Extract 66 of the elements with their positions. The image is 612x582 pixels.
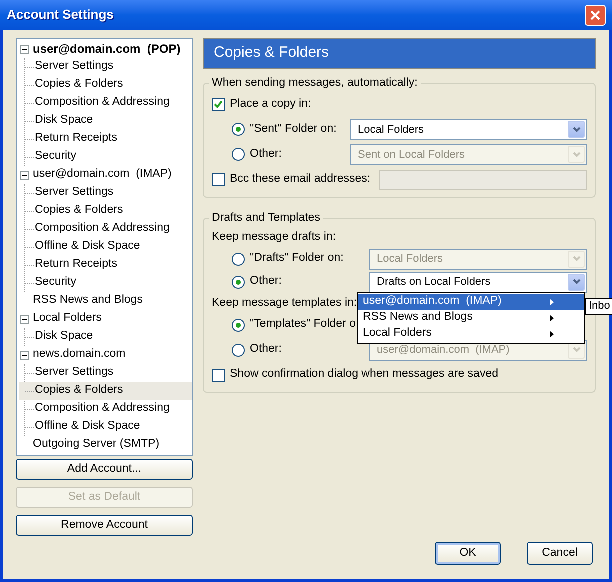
collapse-icon[interactable] [20,170,29,180]
close-icon [590,10,601,20]
radio-label[interactable]: Other: [250,146,350,164]
radio-label[interactable]: Other: [250,341,369,359]
menu-item[interactable]: user@domain.com (IMAP) [358,294,584,310]
tree-item[interactable]: news.domain.com [32,346,127,364]
tree-item[interactable]: Security [19,148,192,166]
submenu-arrow-icon [550,314,554,322]
tree-item[interactable]: Composition & Addressing [19,220,192,238]
dialog-button[interactable]: Cancel [527,542,593,565]
tree-item[interactable]: Copies & Folders [19,76,192,94]
radio-label[interactable]: Other: [250,273,369,291]
tree-item[interactable]: user@domain.com (POP) [32,40,182,58]
checkbox-label[interactable]: Bcc these email addresses: [230,171,371,188]
menu-item[interactable]: Local Folders [358,326,584,342]
close-button[interactable] [585,4,606,26]
radio-label[interactable]: "Templates" Folder o [250,316,356,334]
account-button[interactable]: Remove Account [16,515,193,536]
dropdown-field[interactable]: Local Folders [350,119,587,140]
account-button[interactable]: Add Account... [16,459,193,480]
tree-item[interactable]: Return Receipts [19,256,192,274]
tree-item[interactable]: Local Folders [32,310,104,328]
tree-item[interactable]: Security [19,274,192,292]
section-label: Keep message drafts in: [212,230,336,245]
radio-button[interactable] [232,252,245,266]
checkbox[interactable] [212,368,225,382]
radio-button[interactable] [232,148,245,162]
tree-item[interactable]: Copies & Folders [19,202,192,220]
radio-button[interactable] [232,318,245,332]
tree-item[interactable]: Server Settings [19,58,192,76]
page-title: Copies & Folders [203,38,596,69]
window-title: Account Settings [7,6,114,24]
collapse-icon[interactable] [20,314,29,324]
tree-item[interactable]: Server Settings [19,184,192,202]
radio-button[interactable] [232,276,245,288]
checkbox[interactable] [212,173,225,186]
tree-item[interactable]: Server Settings [19,364,192,382]
submenu-arrow-icon [550,298,554,306]
tree-item[interactable]: Outgoing Server (SMTP) [32,436,161,454]
tree-item[interactable]: Composition & Addressing [19,94,192,112]
group-label: Drafts and Templates [211,211,322,226]
checkbox-label[interactable]: Place a copy in: [230,96,312,114]
collapse-icon[interactable] [20,44,29,54]
group-label: When sending messages, automatically: [211,76,419,91]
tree-item[interactable]: Composition & Addressing [19,400,192,418]
radio-label[interactable]: "Drafts" Folder on: [250,250,369,268]
tree-item[interactable]: Disk Space [19,112,192,130]
tree-item[interactable]: Disk Space [19,328,192,346]
radio-label[interactable]: "Sent" Folder on: [250,121,350,138]
tree-item[interactable]: Return Receipts [19,130,192,148]
section-label: Keep message templates in: [212,296,358,311]
collapse-icon[interactable] [20,350,29,360]
checkbox-label[interactable]: Show confirmation dialog when messages are saved [230,366,498,384]
radio-button[interactable] [232,123,245,136]
dropdown-field[interactable]: Drafts on Local Folders [369,272,587,292]
tree-item[interactable]: Offline & Disk Space [19,238,192,256]
dialog-button[interactable]: OK [435,542,501,565]
menu-item[interactable]: Inbo [586,299,612,314]
tree-item[interactable]: Offline & Disk Space [19,418,192,436]
radio-button[interactable] [232,344,245,356]
submenu-arrow-icon [550,330,554,338]
tree-item[interactable]: Copies & Folders [19,382,192,400]
checkbox[interactable] [212,98,225,112]
tree-item[interactable]: RSS News and Blogs [32,292,144,310]
menu-item[interactable]: RSS News and Blogs [358,310,584,326]
tree-item[interactable]: user@domain.com (IMAP) [32,166,173,184]
